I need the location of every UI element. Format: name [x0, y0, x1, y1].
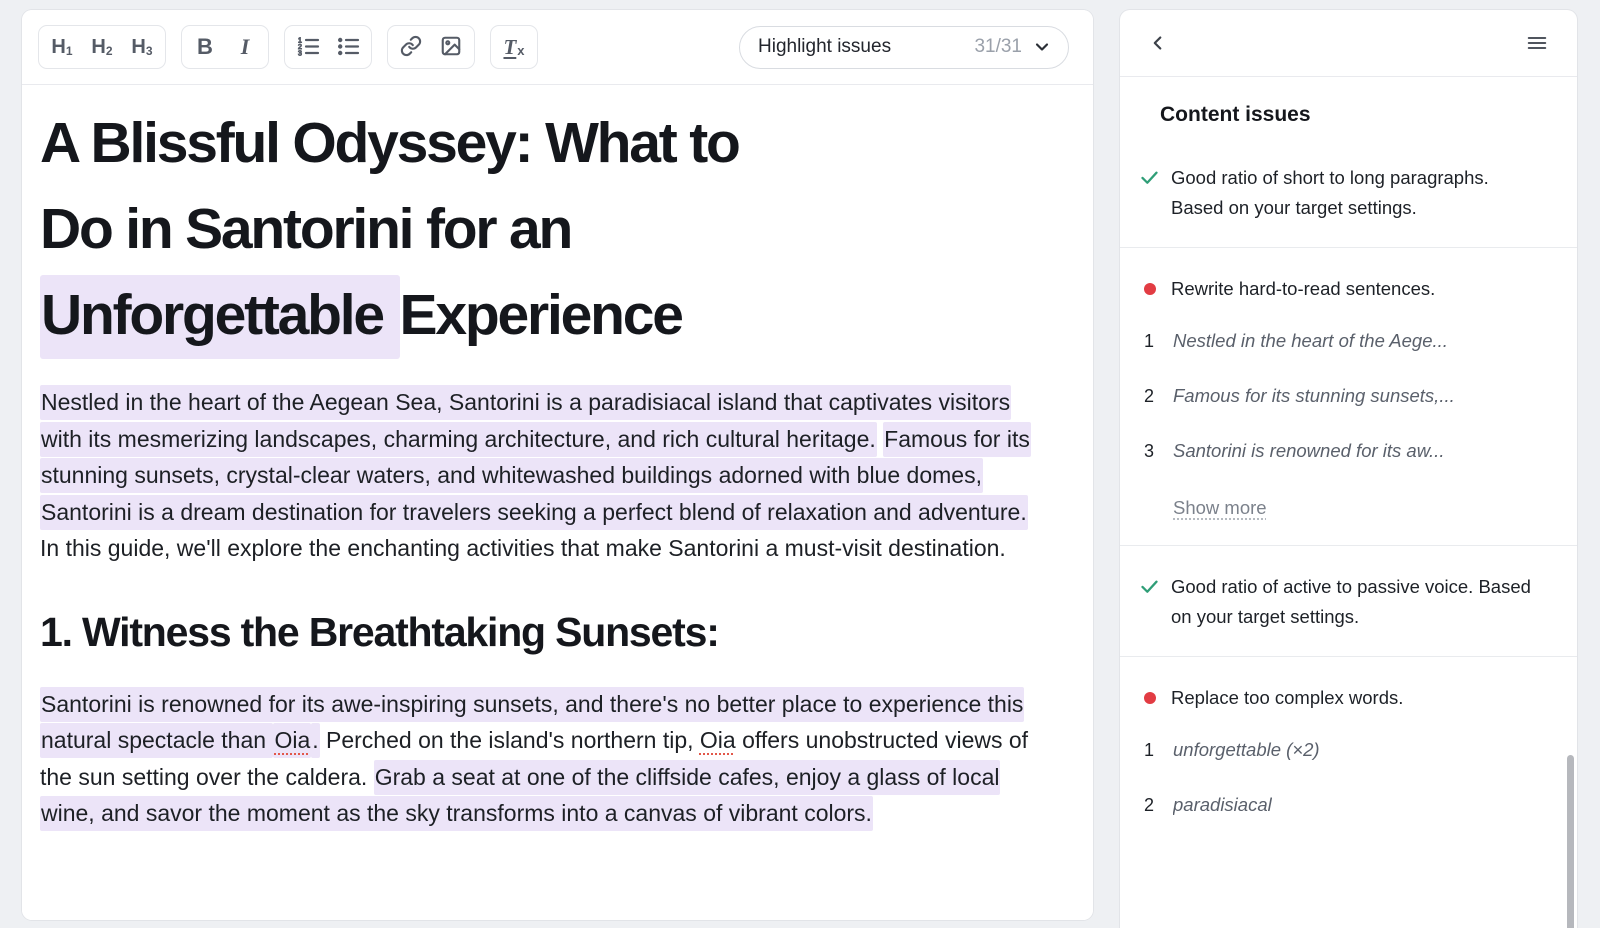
- toolbar-groups: H1 H2 H3 B I 1 2: [38, 25, 538, 69]
- issue-row-paragraph-ratio: Good ratio of short to long paragraphs. …: [1120, 137, 1577, 247]
- insert-button-group: [387, 25, 475, 69]
- image-icon: [440, 35, 462, 60]
- panel-title: Content issues: [1160, 103, 1577, 127]
- svg-text:3: 3: [298, 50, 302, 57]
- issue-text: Rewrite hard-to-read sentences.: [1171, 274, 1435, 304]
- list-button-group: 1 2 3: [284, 25, 372, 69]
- heading-1-button[interactable]: H1: [43, 29, 81, 65]
- document-editor[interactable]: A Blissful Odyssey: What to Do in Santor…: [22, 85, 1093, 920]
- ordered-list-icon: 1 2 3: [297, 35, 320, 60]
- editor-panel: H1 H2 H3 B I 1 2: [22, 10, 1093, 920]
- highlighted-text: .: [311, 723, 319, 758]
- issue-item-2[interactable]: 2 paradisiacal: [1144, 794, 1547, 816]
- link-button[interactable]: [392, 29, 430, 65]
- heading-3-label: H: [131, 37, 145, 57]
- back-button[interactable]: [1142, 27, 1174, 59]
- issue-row-voice-ratio: Good ratio of active to passive voice. B…: [1120, 546, 1577, 656]
- check-icon: [1139, 163, 1160, 223]
- check-icon: [1139, 572, 1160, 632]
- link-icon: [400, 35, 422, 60]
- clear-format-group: Tx: [490, 25, 538, 69]
- bullet-list-icon: [337, 35, 360, 60]
- issue-item-2[interactable]: 2 Famous for its stunning sunsets,...: [1144, 385, 1547, 407]
- image-button[interactable]: [432, 29, 470, 65]
- bullet-list-button[interactable]: [329, 29, 367, 65]
- issue-item-1[interactable]: 1 unforgettable (×2): [1144, 739, 1547, 761]
- italic-button[interactable]: I: [226, 29, 264, 65]
- misspelled-word: Oia: [273, 723, 311, 758]
- issue-row-hard-to-read[interactable]: Rewrite hard-to-read sentences.: [1120, 248, 1577, 328]
- menu-button[interactable]: [1521, 27, 1553, 59]
- issue-item-list: 1 Nestled in the heart of the Aege... 2 …: [1120, 328, 1577, 545]
- panel-header: [1120, 10, 1577, 77]
- doc-paragraph-intro[interactable]: Nestled in the heart of the Aegean Sea, …: [40, 384, 1053, 567]
- doc-section-heading[interactable]: 1. Witness the Breathtaking Sunsets:: [40, 609, 1053, 656]
- highlight-issues-label: Highlight issues: [758, 36, 974, 58]
- issue-row-complex-words[interactable]: Replace too complex words.: [1120, 657, 1577, 737]
- plain-text: In this guide, we'll explore the enchant…: [40, 535, 1006, 561]
- chevron-left-icon: [1147, 32, 1169, 54]
- misspelled-word: Oia: [700, 727, 736, 753]
- doc-title[interactable]: A Blissful Odyssey: What to Do in Santor…: [40, 100, 1053, 358]
- heading-1-label: H: [51, 37, 65, 57]
- highlight-issues-dropdown[interactable]: Highlight issues 31/31: [739, 26, 1069, 69]
- plain-text: Perched on the island's northern tip,: [320, 727, 700, 753]
- show-more-link[interactable]: Show more: [1173, 497, 1267, 519]
- panel-body: Content issues Good ratio of short to lo…: [1120, 77, 1577, 875]
- plain-text: A Blissful Odyssey: What to Do in Santor…: [40, 111, 739, 261]
- highlight-issues-count: 31/31: [974, 36, 1022, 58]
- heading-3-button[interactable]: H3: [123, 29, 161, 65]
- editor-toolbar: H1 H2 H3 B I 1 2: [22, 10, 1093, 85]
- issue-text: Good ratio of short to long paragraphs. …: [1171, 163, 1543, 223]
- format-button-group: B I: [181, 25, 269, 69]
- highlighted-text: Nestled in the heart of the Aegean Sea, …: [40, 385, 1011, 457]
- issue-dot-icon: [1139, 683, 1160, 713]
- issue-item-3[interactable]: 3 Santorini is renowned for its aw...: [1144, 440, 1547, 462]
- clear-formatting-button[interactable]: Tx: [495, 29, 533, 65]
- heading-2-button[interactable]: H2: [83, 29, 121, 65]
- doc-paragraph-sunsets[interactable]: Santorini is renowned for its awe-inspir…: [40, 686, 1053, 832]
- ordered-list-button[interactable]: 1 2 3: [289, 29, 327, 65]
- issue-dot-icon: [1139, 274, 1160, 304]
- hamburger-menu-icon: [1526, 32, 1548, 54]
- heading-button-group: H1 H2 H3: [38, 25, 166, 69]
- content-issues-panel: Content issues Good ratio of short to lo…: [1120, 10, 1577, 928]
- issue-text: Replace too complex words.: [1171, 683, 1403, 713]
- clear-formatting-icon: Tx: [503, 35, 524, 60]
- panel-scrollbar-thumb[interactable]: [1567, 755, 1574, 928]
- heading-2-label: H: [91, 37, 105, 57]
- issue-item-1[interactable]: 1 Nestled in the heart of the Aege...: [1144, 330, 1547, 352]
- chevron-down-icon: [1032, 37, 1052, 57]
- issue-text: Good ratio of active to passive voice. B…: [1171, 572, 1543, 632]
- plain-text: Experience: [400, 283, 682, 347]
- issue-item-list: 1 unforgettable (×2) 2 paradisiacal: [1120, 737, 1577, 875]
- bold-button[interactable]: B: [186, 29, 224, 65]
- highlighted-text: Unforgettable: [40, 275, 400, 359]
